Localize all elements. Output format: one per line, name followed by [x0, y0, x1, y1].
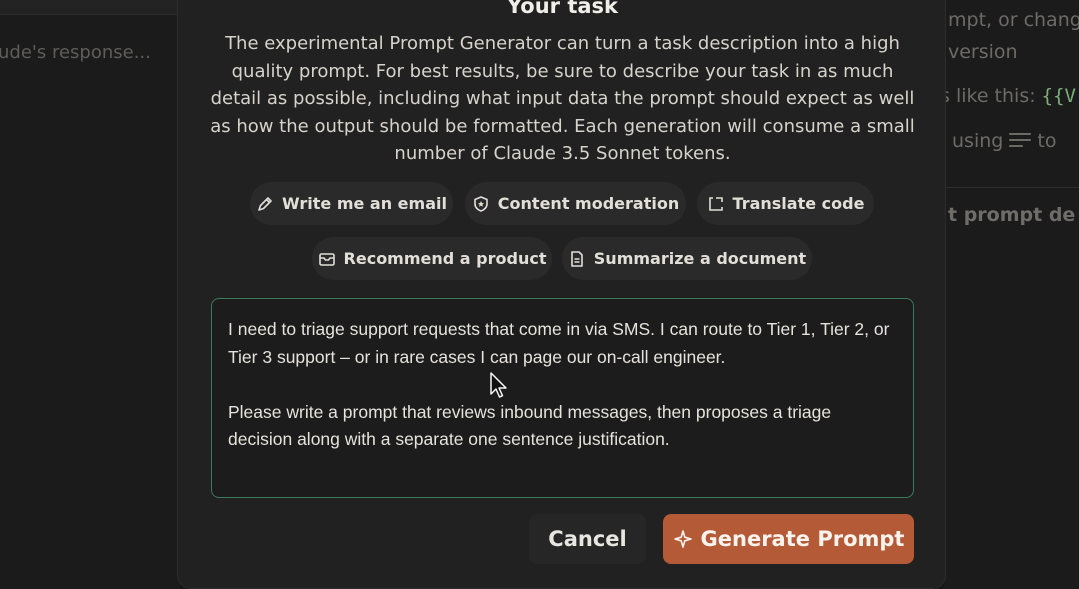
- cancel-button[interactable]: Cancel: [529, 514, 646, 564]
- chip-label: Write me an email: [282, 194, 447, 213]
- envelope-icon: [318, 252, 335, 266]
- prompt-generator-modal: Your task The experimental Prompt Genera…: [177, 0, 946, 589]
- background-right-panel: mpt, or chang version s like this: {{V u…: [944, 0, 1079, 589]
- background-text-line: using to: [952, 130, 1057, 152]
- modal-description: The experimental Prompt Generator can tu…: [210, 33, 915, 164]
- list-icon: [1009, 133, 1032, 147]
- background-left-panel: ude's response...: [0, 0, 180, 589]
- sparkle-icon: [673, 530, 692, 548]
- background-text-line: version: [948, 41, 1018, 63]
- background-text-fragment: s like this:: [944, 85, 1042, 107]
- chip-label: Translate code: [732, 194, 865, 213]
- code-bracket-icon: [708, 196, 723, 211]
- example-chip-recommend-product[interactable]: Recommend a product: [312, 237, 552, 280]
- background-response-text: ude's response...: [0, 42, 151, 63]
- background-heading: t prompt de: [948, 204, 1076, 226]
- background-text-line: mpt, or chang: [948, 9, 1079, 31]
- document-icon: [570, 250, 583, 267]
- example-chip-translate-code[interactable]: Translate code: [697, 182, 874, 225]
- background-divider: [944, 187, 1079, 188]
- example-chip-summarize-document[interactable]: Summarize a document: [562, 237, 812, 280]
- variable-token: {{V: [1041, 85, 1076, 107]
- background-divider: [0, 14, 180, 15]
- example-chip-write-email[interactable]: Write me an email: [250, 182, 453, 225]
- generate-label: Generate Prompt: [700, 527, 905, 551]
- task-paragraph: I need to triage support requests that c…: [228, 319, 890, 367]
- background-text-fragment: using: [952, 130, 1010, 152]
- chip-label: Summarize a document: [593, 249, 807, 268]
- chip-label: Recommend a product: [343, 249, 547, 268]
- generate-prompt-button[interactable]: Generate Prompt: [663, 514, 914, 564]
- background-topbar: [0, 0, 180, 14]
- example-chip-content-moderation[interactable]: Content moderation: [465, 182, 686, 225]
- background-text-line: s like this: {{V: [944, 85, 1076, 107]
- shield-icon: [473, 195, 488, 212]
- task-paragraph: Please write a prompt that reviews inbou…: [228, 401, 832, 450]
- mouse-pointer-icon: [490, 372, 507, 398]
- modal-title: Your task: [507, 0, 618, 18]
- pen-icon: [258, 196, 272, 211]
- task-description-textarea[interactable]: I need to triage support requests that c…: [211, 298, 914, 498]
- chip-label: Content moderation: [497, 194, 680, 213]
- background-text-fragment: to: [1037, 130, 1057, 152]
